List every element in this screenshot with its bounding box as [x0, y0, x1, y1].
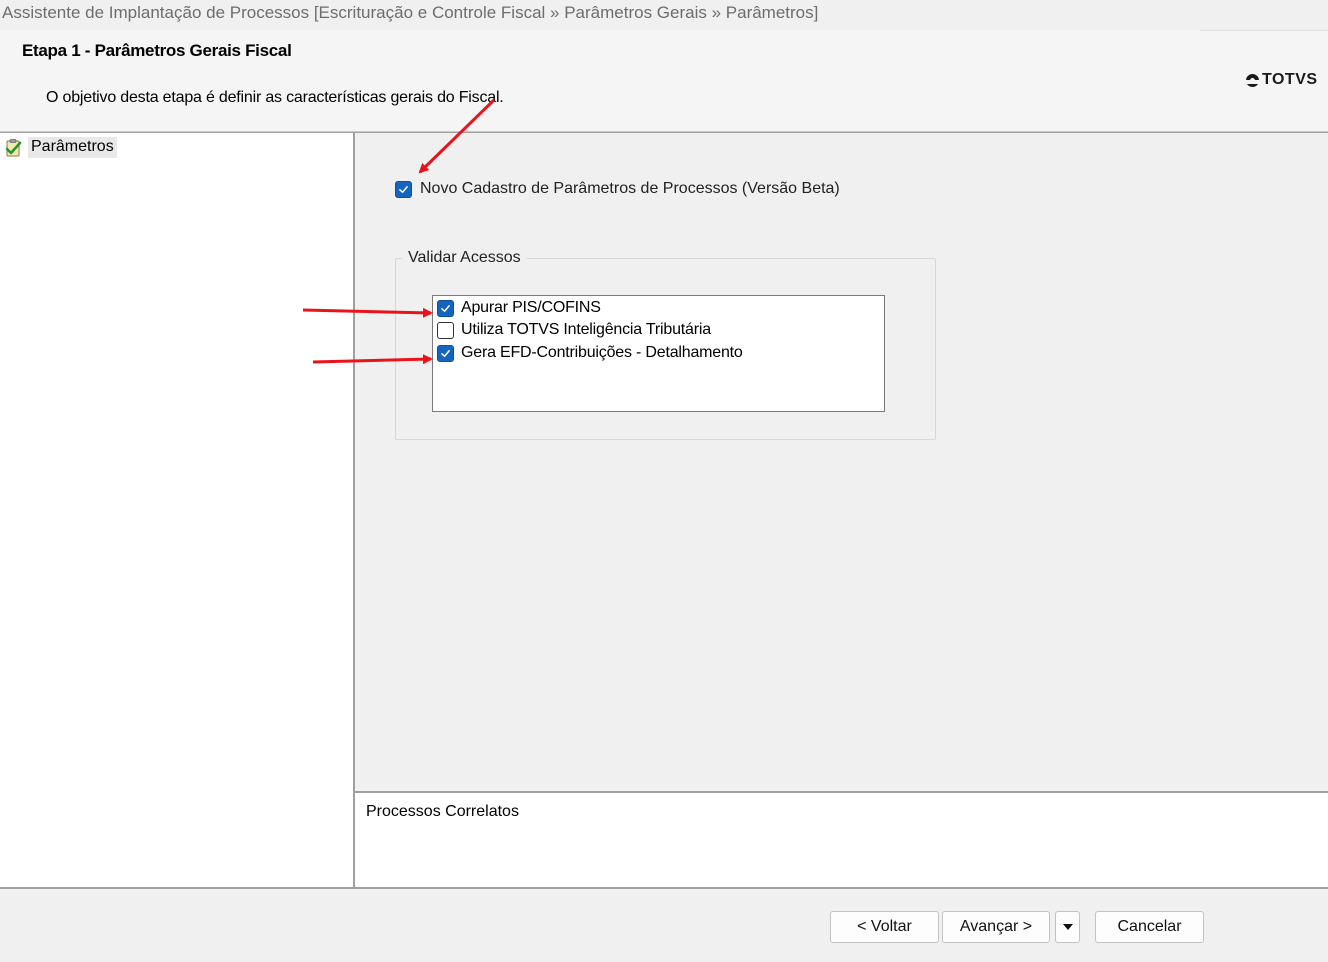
next-dropdown-button[interactable]: [1055, 911, 1080, 943]
cancel-button[interactable]: Cancelar: [1095, 911, 1204, 943]
next-button[interactable]: Avançar >: [942, 911, 1050, 943]
validar-acessos-checklist[interactable]: Apurar PIS/COFINS Utiliza TOTVS Inteligê…: [432, 295, 885, 412]
header-divider: [1200, 30, 1328, 31]
step-tree-panel: [0, 132, 355, 888]
window-title: Assistente de Implantação de Processos […: [2, 3, 819, 22]
related-processes-label: Processos Correlatos: [366, 803, 519, 820]
tree-item-parametros[interactable]: Parâmetros: [4, 136, 117, 159]
back-button[interactable]: < Voltar: [830, 911, 939, 943]
checklist-icon: [4, 138, 22, 157]
caret-down-icon: [1062, 924, 1073, 930]
beta-checkbox[interactable]: [395, 180, 412, 198]
step-description: O objetivo desta etapa é definir as cara…: [46, 89, 504, 106]
checkmark-icon: [441, 349, 450, 357]
step-title: Etapa 1 - Parâmetros Gerais Fiscal: [22, 41, 292, 60]
totvs-logo-icon: [1245, 73, 1264, 87]
checkmark-icon: [399, 185, 408, 193]
checklist-item-label: Apurar PIS/COFINS: [461, 299, 601, 316]
checkbox[interactable]: [437, 299, 454, 317]
totvs-logo: TOTVS: [1245, 71, 1318, 89]
totvs-logo-text: TOTVS: [1262, 71, 1318, 88]
checklist-item-efd-contribuicoes[interactable]: Gera EFD-Contribuições - Detalhamento: [437, 344, 743, 362]
checklist-item-apurar-pis-cofins[interactable]: Apurar PIS/COFINS: [437, 299, 601, 317]
checklist-item-label: Utiliza TOTVS Inteligência Tributária: [461, 321, 711, 338]
beta-checkbox-row[interactable]: Novo Cadastro de Parâmetros de Processos…: [395, 180, 840, 198]
tree-item-label: Parâmetros: [28, 137, 117, 158]
checklist-item-label: Gera EFD-Contribuições - Detalhamento: [461, 344, 743, 361]
checkbox[interactable]: [437, 344, 454, 362]
beta-checkbox-label: Novo Cadastro de Parâmetros de Processos…: [420, 180, 840, 197]
checklist-item-inteligencia-tributaria[interactable]: Utiliza TOTVS Inteligência Tributária: [437, 321, 711, 339]
main-content-panel: [355, 132, 1328, 792]
checkmark-icon: [441, 304, 450, 312]
groupbox-legend: Validar Acessos: [402, 249, 527, 267]
checkbox[interactable]: [437, 321, 454, 339]
